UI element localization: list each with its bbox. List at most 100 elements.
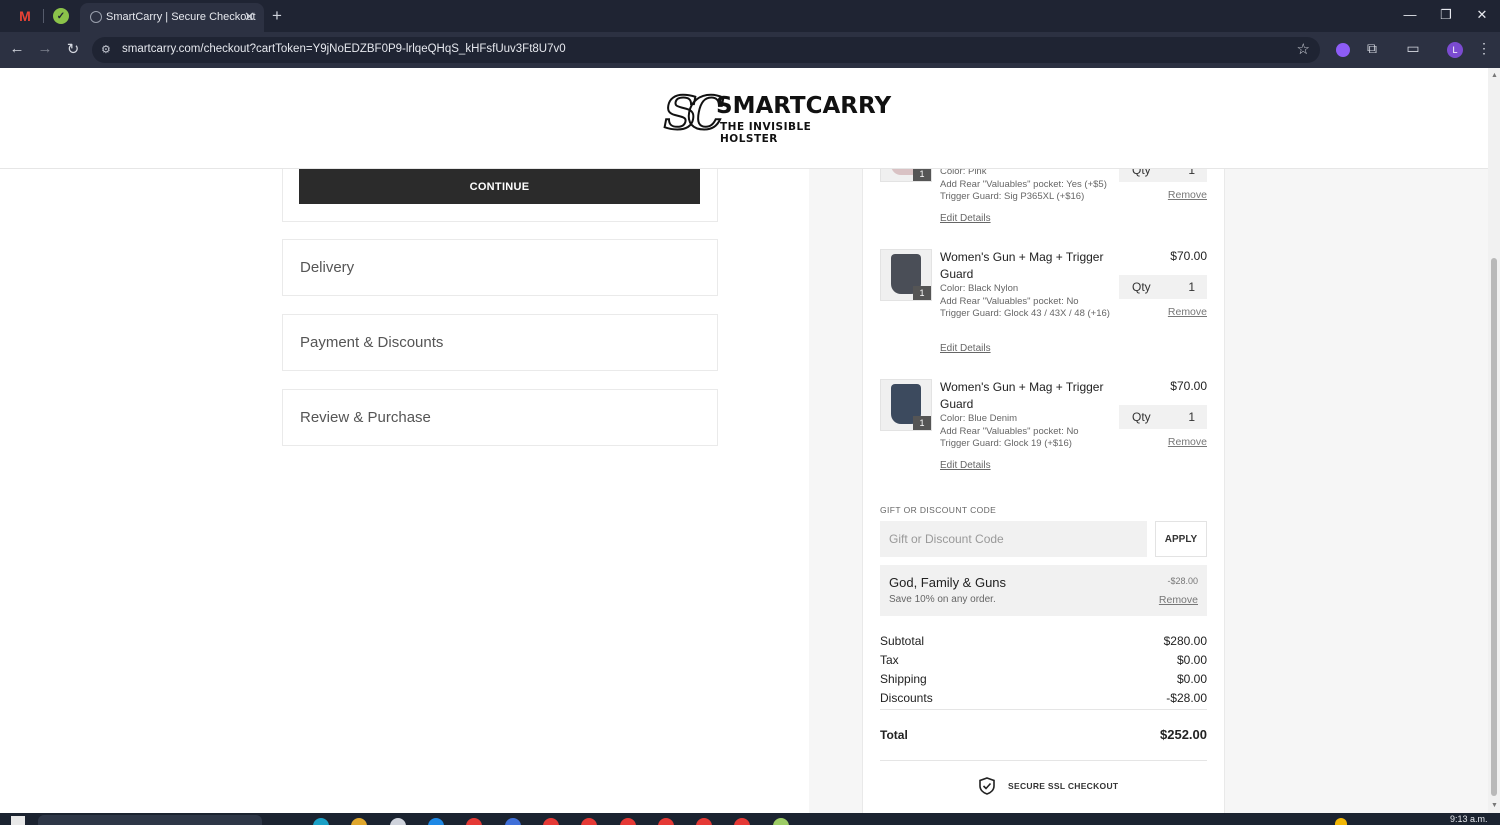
discounts-row: Discounts -$28.00 [880, 691, 1207, 707]
step-title: Delivery [300, 259, 355, 276]
gift-code-label: GIFT OR DISCOUNT CODE [880, 505, 997, 515]
item-name: Women's Gun + Mag + Trigger Guard [940, 380, 1104, 411]
item-options: Color: Blue Denim Add Rear "Valuables" p… [940, 413, 1115, 451]
taskbar-app-icon[interactable] [390, 818, 406, 825]
taskbar-app-icon[interactable] [543, 818, 559, 825]
edit-details-link[interactable]: Edit Details [940, 460, 991, 471]
item-option: Add Rear "Valuables" pocket: No [940, 425, 1079, 437]
menu-kebab-icon[interactable]: ⋮ [1474, 40, 1494, 57]
taskbar-app-icon[interactable] [658, 818, 674, 825]
smartcarry-logo-overlay[interactable]: SC SMARTCARRY THE INVISIBLE HOLSTER [663, 85, 891, 148]
discount-description: Save 10% on any order. [889, 594, 996, 605]
subtotal-row: Subtotal $280.00 [880, 634, 1207, 650]
cast-icon[interactable]: ▭ [1403, 40, 1423, 57]
discounts-label: Discounts [880, 691, 933, 705]
step-title: Payment & Discounts [300, 334, 444, 351]
tab-close-icon[interactable]: ✕ [244, 9, 255, 25]
step-payment-discounts[interactable]: Payment & Discounts [282, 314, 718, 371]
taskbar-app-icon[interactable] [466, 818, 482, 825]
taskbar-app-icon[interactable] [505, 818, 521, 825]
thumbnail-qty-badge: 1 [913, 286, 931, 300]
remove-item-link[interactable]: Remove [1168, 436, 1207, 448]
scroll-up-arrow-icon[interactable]: ▲ [1491, 72, 1498, 79]
thumbnail-qty-badge: 1 [913, 416, 931, 430]
item-option: Trigger Guard: Sig P365XL (+$16) [940, 191, 1085, 202]
taskbar-app-icon[interactable] [313, 818, 329, 825]
thumbnail-qty-badge: 1 [913, 167, 931, 181]
applied-discount: God, Family & Guns Save 10% on any order… [880, 565, 1207, 616]
extension-icon[interactable] [1336, 43, 1350, 57]
remove-item-link[interactable]: Remove [1168, 189, 1207, 201]
taskbar-app-icon[interactable] [696, 818, 712, 825]
extensions-puzzle-icon[interactable]: ⧉ [1362, 40, 1382, 57]
qty-label: Qty [1132, 280, 1151, 294]
qty-field[interactable]: Qty 1 [1119, 275, 1207, 299]
qty-value[interactable]: 1 [1188, 280, 1195, 294]
tab-favicon-icon [90, 11, 102, 23]
scroll-down-arrow-icon[interactable]: ▼ [1491, 802, 1498, 809]
active-tab[interactable]: SmartCarry | Secure Checkout ✕ [80, 3, 264, 32]
pinned-tab-icon[interactable]: ✓ [53, 8, 69, 24]
new-tab-icon[interactable]: + [272, 6, 282, 26]
url-text[interactable]: smartcarry.com/checkout?cartToken=Y9jNoE… [122, 43, 566, 55]
tax-row: Tax $0.00 [880, 653, 1207, 669]
logo-monogram: SC [663, 85, 725, 141]
subtotal-label: Subtotal [880, 634, 925, 648]
taskbar-app-icon[interactable] [620, 818, 636, 825]
restore-icon[interactable]: ❐ [1436, 7, 1456, 23]
step-review-purchase[interactable]: Review & Purchase [282, 389, 718, 446]
qty-value[interactable]: 1 [1188, 410, 1195, 424]
remove-discount-link[interactable]: Remove [1159, 594, 1198, 606]
windows-start-icon[interactable] [11, 816, 25, 825]
item-option: Trigger Guard: Glock 43 / 43X / 48 (+16) [940, 308, 1110, 319]
taskbar-app-icon[interactable] [581, 818, 597, 825]
apply-button[interactable]: APPLY [1155, 521, 1207, 557]
discounts-value: -$28.00 [1166, 691, 1207, 705]
taskbar-app-icon[interactable] [773, 818, 789, 825]
total-row: Total $252.00 [880, 727, 1207, 745]
logo-name: SMARTCARRY [716, 93, 892, 119]
total-value: $252.00 [1160, 727, 1207, 742]
profile-avatar[interactable]: L [1447, 42, 1463, 58]
os-taskbar: 9:13 a.m. [0, 813, 1500, 825]
gift-code-input[interactable] [880, 521, 1147, 557]
continue-button[interactable]: CONTINUE [299, 169, 700, 204]
reload-icon[interactable]: ↻ [63, 40, 83, 58]
edit-details-link[interactable]: Edit Details [940, 343, 991, 354]
edit-details-link[interactable]: Edit Details [940, 213, 991, 224]
taskbar-search[interactable] [38, 815, 262, 825]
shipping-value: $0.00 [1176, 672, 1207, 686]
product-thumbnail: 1 [880, 379, 932, 431]
site-info-icon[interactable]: ⚙ [101, 43, 111, 56]
forward-icon[interactable]: → [35, 40, 55, 57]
qty-field[interactable]: Qty 1 [1119, 405, 1207, 429]
taskbar-app-icon[interactable] [428, 818, 444, 825]
taskbar-app-icon[interactable] [734, 818, 750, 825]
tray-weather-icon[interactable] [1335, 818, 1347, 825]
minimize-icon[interactable]: — [1400, 7, 1420, 22]
item-options: Color: Pink Add Rear "Valuables" pocket:… [940, 166, 1115, 204]
address-bar[interactable]: ⚙ smartcarry.com/checkout?cartToken=Y9jN… [92, 37, 1320, 63]
product-thumbnail: 1 [880, 249, 932, 301]
scrollbar-thumb[interactable] [1491, 258, 1497, 796]
tax-value: $0.00 [1176, 653, 1207, 667]
shield-check-icon [979, 777, 995, 795]
item-price: $70.00 [1170, 249, 1207, 263]
item-name: Women's Gun + Mag + Trigger Guard [940, 250, 1104, 281]
item-price: $70.00 [1170, 379, 1207, 393]
close-window-icon[interactable]: ✕ [1472, 7, 1492, 23]
taskbar-folder-icon[interactable] [351, 818, 367, 825]
summary-divider [880, 760, 1207, 761]
discount-amount: -$28.00 [1167, 576, 1198, 586]
item-option: Color: Black Nylon [940, 283, 1019, 294]
item-option: Add Rear "Valuables" pocket: No [940, 295, 1079, 307]
system-clock[interactable]: 9:13 a.m. [1450, 814, 1488, 824]
back-icon[interactable]: ← [7, 40, 27, 57]
browser-toolbar: ← → ↻ ⚙ smartcarry.com/checkout?cartToke… [0, 32, 1500, 68]
remove-item-link[interactable]: Remove [1168, 306, 1207, 318]
gmail-icon[interactable]: M [17, 8, 33, 24]
summary-divider [880, 709, 1207, 710]
step-delivery[interactable]: Delivery [282, 239, 718, 296]
cart-item: 1 Women's Gun + Mag + Trigger Guard $70.… [880, 249, 1207, 359]
bookmark-star-icon[interactable]: ☆ [1297, 40, 1310, 58]
